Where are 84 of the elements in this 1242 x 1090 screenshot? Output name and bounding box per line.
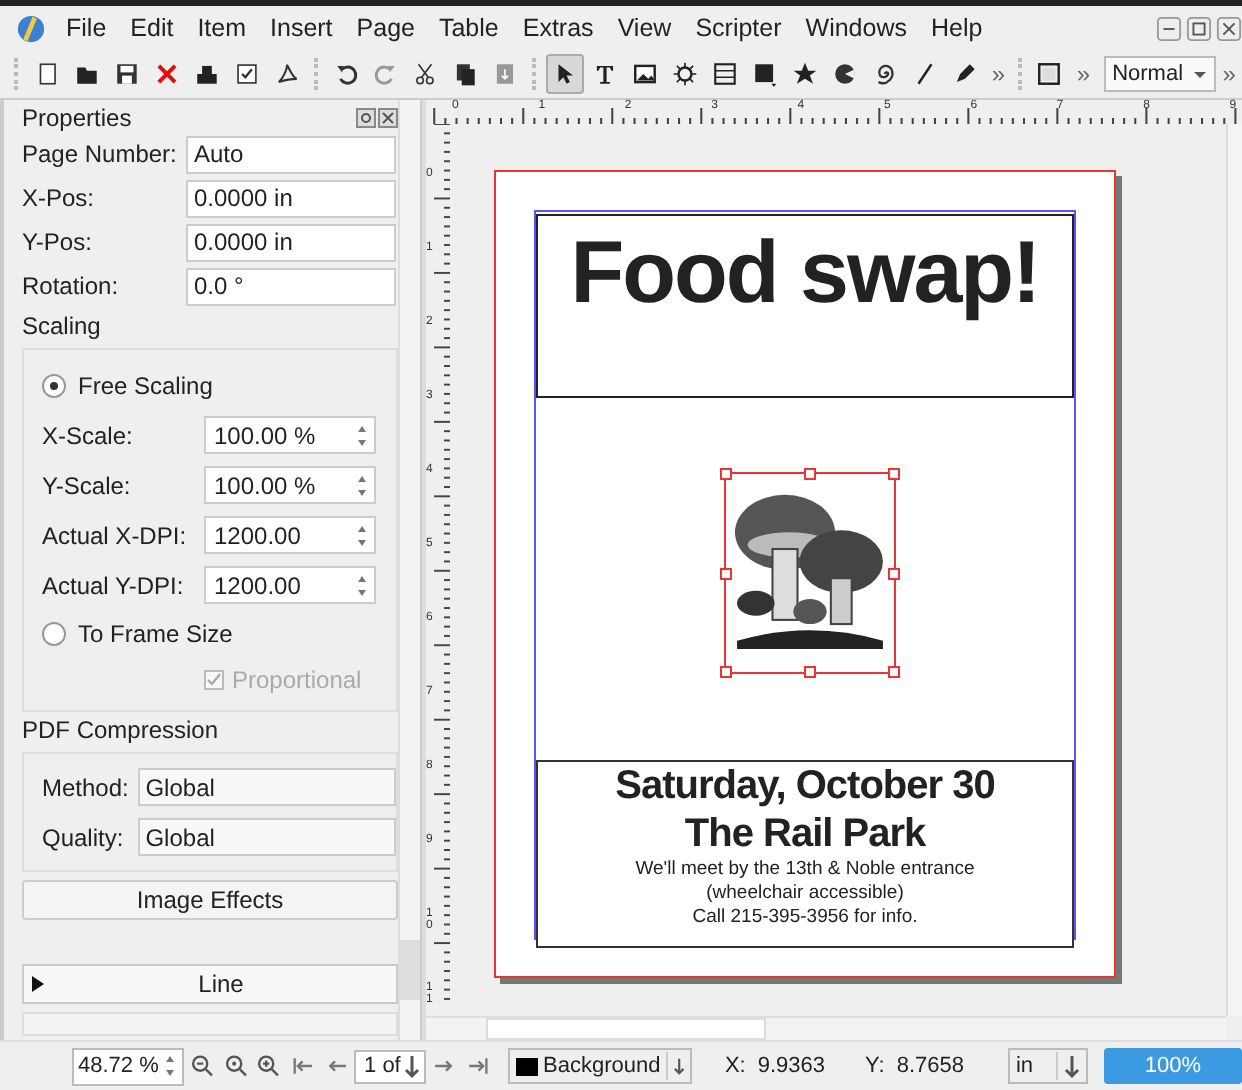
input-field[interactable]: 0.0000 in [186,223,396,261]
page-spinbox[interactable]: 1 of [354,1049,427,1083]
image-effects-button[interactable]: Image Effects [22,880,398,920]
dropdown[interactable]: Global [137,768,396,806]
spin-box[interactable]: 100.00 % [204,466,376,504]
float-icon[interactable] [356,108,376,128]
vertical-scrollbar[interactable] [398,100,420,1040]
field-label: Y-Scale: [42,471,133,499]
field-label: X-Scale: [42,421,135,449]
menu-item[interactable]: Page [344,14,427,42]
restore-icon[interactable] [1186,15,1212,41]
radio-button[interactable] [42,622,66,646]
menu-item[interactable]: Windows [793,14,919,42]
detail-text[interactable]: Call 215-395-3956 for info. [692,906,918,930]
zoom-spinbox[interactable]: 48.72 % [72,1047,185,1085]
zoom-reset-icon[interactable] [223,1052,249,1080]
dropdown[interactable]: Global [137,818,396,856]
zoom-in-icon[interactable] [256,1052,283,1080]
down-arrow-icon[interactable] [404,1052,421,1080]
caret-icon [1192,66,1209,82]
overflow-chevron[interactable]: » [985,60,1012,88]
minimize-icon[interactable] [1156,15,1182,41]
headline-text[interactable]: The Rail Park [684,810,926,858]
menu-item[interactable]: Extras [510,14,606,42]
menu-item[interactable]: Item [185,14,259,42]
mode-dropdown[interactable]: Normal [1104,56,1217,92]
last-page-icon[interactable] [465,1052,491,1080]
field-label: Actual X-DPI: [42,521,189,549]
resize-handle[interactable] [804,468,816,480]
coordinate-value: 9.9363 [757,1054,826,1078]
field-label: Rotation: [22,272,121,300]
section-title: PDF Compression [22,714,221,748]
resize-handle[interactable] [804,666,816,678]
coordinate-label: Y: [865,1054,885,1078]
overflow-chevron[interactable]: » [1216,60,1242,88]
detail-text[interactable]: (wheelchair accessible) [706,882,904,906]
spin-box[interactable]: 100.00 % [204,416,376,454]
menu-item[interactable]: Insert [258,14,345,42]
close-icon[interactable] [1216,15,1242,41]
menu-item[interactable]: Table [426,14,511,42]
resize-handle[interactable] [720,568,732,580]
field-label: Y-Pos: [22,228,94,256]
pointer-icon[interactable] [546,54,585,94]
spin-arrows-icon[interactable] [162,1052,179,1080]
menu-item[interactable]: Help [918,14,995,42]
panel-title: Properties [22,104,132,132]
input-field[interactable]: 0.0000 in [186,179,396,217]
coordinate-value: 8.7658 [896,1054,964,1078]
menu-item[interactable]: View [605,14,684,42]
field-label: Method: [42,773,131,801]
spin-box[interactable]: 1200.00 [204,566,376,604]
progress-text: 100% [1142,1052,1204,1082]
menu-item[interactable]: Scripter [683,14,794,42]
first-page-icon[interactable] [290,1052,316,1080]
resize-handle[interactable] [888,468,900,480]
vertical-scrollbar[interactable] [1226,124,1242,1016]
layer-dropdown[interactable]: Background [508,1048,693,1084]
field-label: X-Pos: [22,184,97,212]
unit-dropdown[interactable]: in [1007,1048,1088,1084]
field-label: Quality: [42,823,126,851]
horizontal-scrollbar[interactable] [426,1016,1226,1040]
spin-box[interactable]: 1200.00 [204,516,376,554]
overflow-chevron[interactable]: » [1070,60,1097,88]
coordinate-label: X: [724,1054,746,1078]
field-label: Actual Y-DPI: [42,571,186,599]
field-label: Page Number: [22,140,179,168]
app-logo-icon [16,13,46,43]
menu-item[interactable]: Edit [118,14,186,42]
headline-text[interactable]: Saturday, October 30 [615,762,995,810]
resize-handle[interactable] [888,666,900,678]
resize-handle[interactable] [720,666,732,678]
section-title: Scaling [22,310,103,344]
collapsible-section[interactable]: Line [22,964,398,1004]
close-icon[interactable] [378,108,398,128]
input-field[interactable]: 0.0 ° [186,267,396,305]
resize-handle[interactable] [888,568,900,580]
detail-text[interactable]: We'll meet by the 13th & Noble entrance [635,858,975,882]
menu-item[interactable]: File [54,14,119,42]
zoom-out-icon[interactable] [190,1052,216,1080]
radio-label[interactable]: To Frame Size [78,620,233,648]
input-field[interactable]: Auto [186,135,396,173]
radio-label[interactable]: Free Scaling [78,372,213,400]
radio-button[interactable] [42,374,66,398]
resize-handle[interactable] [720,468,732,480]
